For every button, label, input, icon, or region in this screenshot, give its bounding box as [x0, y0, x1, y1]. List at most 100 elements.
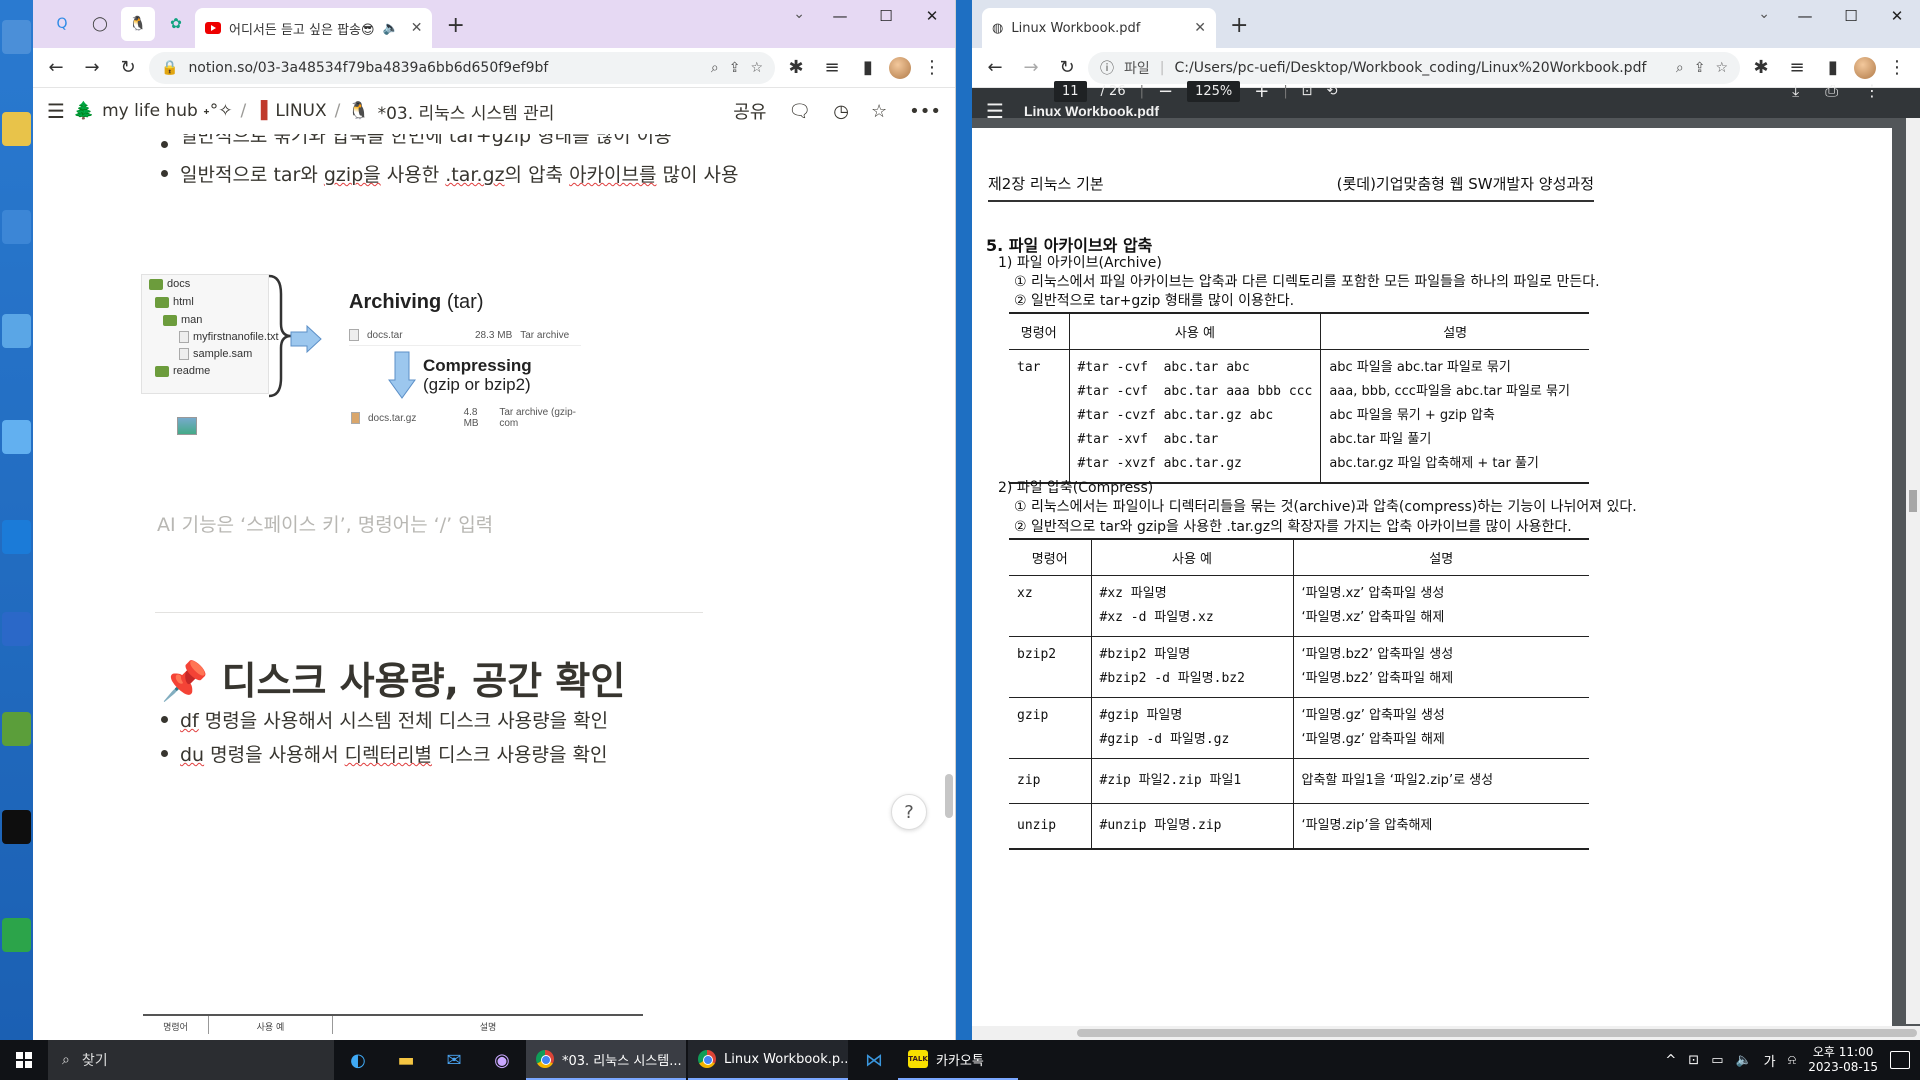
close-window-button[interactable]: ✕	[1874, 0, 1920, 32]
chrome-shortcut-icon[interactable]	[2, 918, 31, 952]
scrollbar-thumb[interactable]	[1077, 1029, 1917, 1037]
mail-icon[interactable]: ✉	[430, 1040, 478, 1080]
minimize-button[interactable]: —	[817, 0, 863, 32]
menu-kebab-icon[interactable]: ⋮	[917, 53, 947, 83]
taskbar-app-kakaotalk[interactable]: TALK 카카오톡	[898, 1040, 1018, 1080]
archive-diagram-image[interactable]: docs html man myfirstnanofile.txt sample…	[141, 274, 581, 454]
scrollbar-thumb[interactable]	[945, 774, 953, 818]
tab-chatgpt[interactable]: ✿	[159, 7, 193, 41]
start-button[interactable]	[0, 1040, 48, 1080]
more-options-icon[interactable]: •••	[909, 101, 941, 122]
back-button[interactable]: ←	[980, 53, 1010, 83]
maximize-button[interactable]: ☐	[863, 0, 909, 32]
capture-icon[interactable]: ⊡	[1688, 1053, 1699, 1068]
side-panel-icon[interactable]: ▮	[1818, 53, 1848, 83]
tab-notion[interactable]: 🐧	[121, 7, 155, 41]
fit-page-icon[interactable]: ⊡	[1302, 84, 1313, 99]
profile-avatar[interactable]	[889, 56, 911, 79]
breadcrumb-workspace[interactable]: my life hub ˖°✧	[102, 101, 232, 121]
minimize-button[interactable]: —	[1782, 0, 1828, 32]
extensions-icon[interactable]: ✱	[1746, 53, 1776, 83]
side-panel-icon[interactable]: ▮	[853, 53, 883, 83]
vertical-scrollbar[interactable]	[1906, 118, 1920, 1024]
reading-list-icon[interactable]: ≡	[1782, 53, 1812, 83]
print-icon[interactable]: ⎙	[1825, 81, 1838, 101]
new-tab-button[interactable]: +	[1222, 13, 1260, 48]
horizontal-scrollbar[interactable]	[972, 1026, 1920, 1040]
rotate-icon[interactable]: ⟲	[1327, 84, 1338, 99]
reload-button[interactable]: ↻	[113, 53, 143, 83]
network-icon[interactable]: ▭	[1711, 1053, 1723, 1068]
desktop-shortcut-icon[interactable]	[2, 20, 31, 54]
profile-avatar[interactable]	[1854, 56, 1876, 79]
back-button[interactable]: ←	[41, 53, 71, 83]
share-icon[interactable]: ⇪	[1694, 60, 1706, 76]
section-heading[interactable]: 📌 디스크 사용량, 공간 확인	[161, 650, 625, 705]
page-number-input[interactable]: 11	[1054, 81, 1087, 102]
address-bar[interactable]: 🔒 notion.so/03-3a48534f79ba4839a6bb6d650…	[149, 51, 775, 84]
zoom-out-button[interactable]: −	[1158, 81, 1173, 102]
scrollbar-thumb[interactable]	[1909, 490, 1917, 512]
close-window-button[interactable]: ✕	[909, 0, 955, 32]
desktop-shortcut-icon[interactable]	[2, 612, 31, 646]
forward-button[interactable]: →	[77, 53, 107, 83]
volume-icon[interactable]: 🔈	[1735, 1053, 1751, 1068]
menu-kebab-icon[interactable]: ⋮	[1882, 53, 1912, 83]
maximize-button[interactable]: ☐	[1828, 0, 1874, 32]
new-tab-button[interactable]: +	[438, 13, 476, 48]
share-button[interactable]: 공유	[733, 98, 766, 124]
ime-mode-icon[interactable]: ⍾	[1788, 1053, 1797, 1068]
comments-icon[interactable]: 🗨	[788, 101, 811, 122]
bookmark-star-icon[interactable]: ☆	[750, 60, 763, 76]
tab-search-chevron-icon[interactable]: ⌄	[793, 6, 805, 22]
reload-button[interactable]: ↻	[1052, 53, 1082, 83]
help-button[interactable]: ?	[891, 794, 927, 830]
list-item[interactable]: du 명령을 사용해서 디렉터리별 디스크 사용량을 확인	[161, 740, 607, 767]
edge-icon[interactable]: ◐	[334, 1040, 382, 1080]
lock-icon[interactable]: 🔒	[161, 60, 178, 76]
sidebar-menu-icon[interactable]: ☰	[47, 99, 65, 123]
address-bar[interactable]: ⓘ 파일 | C:/Users/pc-uefi/Desktop/Workbook…	[1088, 51, 1740, 84]
taskbar-search[interactable]: ⌕ 찾기	[48, 1040, 334, 1080]
desktop-shortcut-icon[interactable]	[2, 314, 31, 348]
taskbar-app-pdf-chrome[interactable]: Linux Workbook.p...	[688, 1040, 848, 1080]
share-icon[interactable]: ⇪	[729, 60, 741, 76]
list-item[interactable]: 일반적으로 tar와 gzip을 사용한 .tar.gz의 압축 아카이브를 많…	[161, 160, 738, 187]
bookmark-star-icon[interactable]: ☆	[1715, 60, 1728, 76]
list-item[interactable]: df 명령을 사용해서 시스템 전체 디스크 사용량을 확인	[161, 706, 608, 733]
nvidia-icon[interactable]	[2, 810, 31, 844]
info-icon[interactable]: ⓘ	[1100, 58, 1114, 78]
vscode-icon[interactable]: ⋈	[850, 1040, 898, 1080]
zoom-level-input[interactable]: 125%	[1187, 81, 1241, 102]
ime-label[interactable]: 가	[1764, 1051, 1776, 1070]
edge-icon[interactable]	[2, 520, 31, 554]
file-explorer-icon[interactable]: ▬	[382, 1040, 430, 1080]
forward-button[interactable]: →	[1016, 53, 1046, 83]
reading-list-icon[interactable]: ≡	[817, 53, 847, 83]
extensions-icon[interactable]: ✱	[781, 53, 811, 83]
history-clock-icon[interactable]: ◷	[833, 101, 849, 122]
clock[interactable]: 오후 11:00 2023-08-15	[1808, 1045, 1878, 1075]
close-tab-icon[interactable]: ✕	[411, 20, 423, 36]
tab-youtube[interactable]: 어디서든 듣고 싶은 팝송😎 🔈 ✕	[195, 8, 433, 48]
zoom-icon[interactable]: ⌕	[1676, 60, 1684, 76]
breadcrumb-page[interactable]: *03. 리눅스 시스템 관리	[378, 99, 555, 124]
download-icon[interactable]: ⤓	[1792, 81, 1799, 101]
folder-icon[interactable]	[2, 112, 31, 146]
zoom-in-button[interactable]: +	[1254, 81, 1269, 102]
favorite-star-icon[interactable]: ☆	[871, 101, 887, 122]
ai-command-placeholder[interactable]: AI 기능은 ‘스페이스 키’, 명령어는 ‘/’ 입력	[157, 510, 493, 537]
desktop-shortcut-icon[interactable]	[2, 210, 31, 244]
tab-qq[interactable]: Q	[45, 7, 79, 41]
zoom-icon[interactable]: ⌕	[711, 60, 719, 76]
speaker-icon[interactable]: 🔈	[383, 21, 399, 36]
notification-icon[interactable]	[1890, 1051, 1910, 1069]
breadcrumb-parent[interactable]: LINUX	[275, 101, 326, 121]
tray-chevron-icon[interactable]: ^	[1665, 1053, 1676, 1068]
list-item[interactable]: 일반적으로 묶기와 압축을 한번에 tar+gzip 형태를 많이 이용	[161, 134, 672, 148]
close-tab-icon[interactable]: ✕	[1194, 20, 1206, 36]
desktop-shortcut-icon[interactable]	[2, 712, 31, 746]
tab-search-chevron-icon[interactable]: ⌄	[1758, 6, 1770, 22]
desktop-shortcut-icon[interactable]	[2, 420, 31, 454]
pdf-viewport[interactable]: 제2장 리눅스 기본 (롯데)기업맞춤형 웹 SW개발자 양성과정 5. 파일 …	[972, 118, 1920, 1040]
